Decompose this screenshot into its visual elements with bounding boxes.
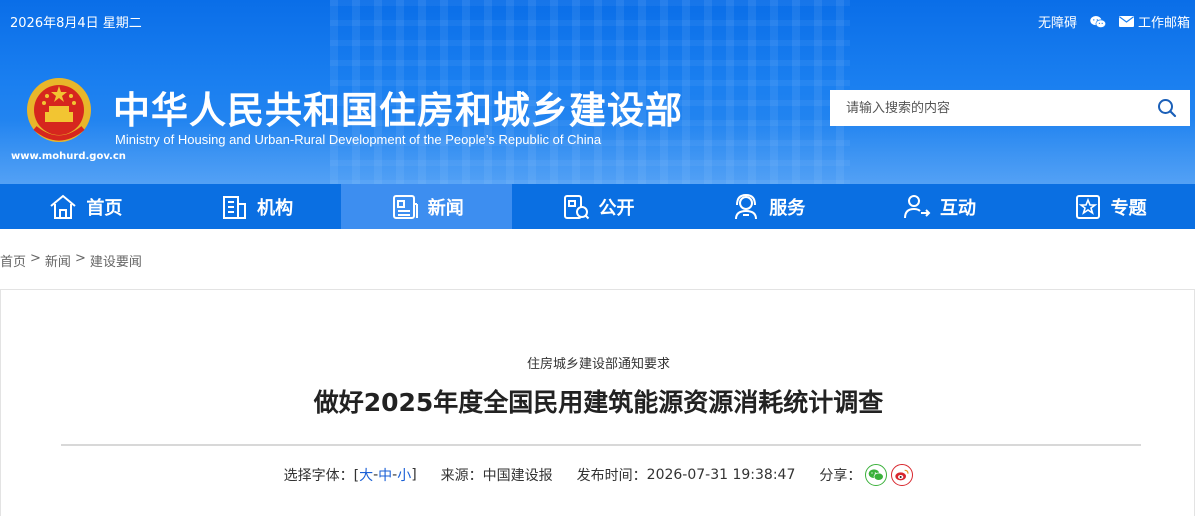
nav-label-organization: 机构 <box>257 197 294 219</box>
share-weibo-button[interactable] <box>891 464 914 486</box>
service-icon <box>735 193 758 219</box>
nav-label-disclosure: 公开 <box>598 197 635 219</box>
nav-item-news[interactable]: 新闻 <box>341 184 513 229</box>
search-icon <box>1158 99 1177 118</box>
font-medium-button[interactable]: 中 <box>378 465 392 485</box>
wechat-icon <box>869 469 885 481</box>
share-label: 分享： <box>819 468 862 484</box>
topic-icon <box>1075 194 1100 219</box>
nav-item-organization[interactable]: 机构 <box>171 184 342 229</box>
national-emblem-logo[interactable] <box>25 76 93 148</box>
nav-label-news: 新闻 <box>427 197 464 219</box>
article-kicker: 住房城乡建设部通知要求 <box>526 357 670 372</box>
nav-label-home: 首页 <box>86 197 123 219</box>
weibo-icon <box>895 469 909 481</box>
article-meta: 选择字体：[ 大 - 中 - 小 ] 来源： 中国建设报 发布时间： 2026-… <box>1 464 1195 486</box>
font-small-button[interactable]: 小 <box>397 465 411 485</box>
nav-label-interaction: 互动 <box>939 197 976 219</box>
top-links: 无障碍 工作邮箱 <box>1038 12 1190 31</box>
work-mail-link[interactable]: 工作邮箱 <box>1118 12 1190 31</box>
search-button[interactable] <box>1144 90 1190 126</box>
font-bracket-close: ] <box>411 467 417 483</box>
breadcrumb-separator: > <box>30 251 41 266</box>
nav-item-service[interactable]: 服务 <box>683 184 854 229</box>
main-nav: 首页 机构 新闻 公开 服务 互动 专题 <box>0 184 1195 229</box>
current-date: 2026年8月4日 星期二 <box>10 16 142 31</box>
search-box <box>830 90 1190 126</box>
breadcrumb-separator: > <box>74 251 86 266</box>
source-label: 来源： <box>440 468 483 484</box>
nav-label-service: 服务 <box>769 197 806 219</box>
site-url: www.mohurd.gov.cn <box>11 151 126 162</box>
publish-label: 发布时间： <box>576 468 647 484</box>
building-icon <box>223 195 247 219</box>
share-group: 分享： <box>819 464 914 486</box>
font-large-button[interactable]: 大 <box>359 465 373 485</box>
nav-label-topic: 专题 <box>1110 197 1147 219</box>
breadcrumb: 首页 > 新闻 > 建设要闻 <box>0 251 142 270</box>
nav-item-interaction[interactable]: 互动 <box>854 184 1025 229</box>
site-subtitle: Ministry of Housing and Urban-Rural Deve… <box>115 132 602 147</box>
work-mail-label: 工作邮箱 <box>1137 16 1190 31</box>
source-value: 中国建设报 <box>482 468 553 484</box>
disclosure-icon <box>563 194 589 219</box>
breadcrumb-current[interactable]: 建设要闻 <box>90 251 142 270</box>
publish-value: 2026-07-31 19:38:47 <box>646 467 796 483</box>
wechat-icon <box>1090 15 1107 28</box>
publish-time: 发布时间： 2026-07-31 19:38:47 <box>577 465 796 485</box>
breadcrumb-news[interactable]: 新闻 <box>45 251 71 270</box>
font-size-selector: 选择字体：[ 大 - 中 - 小 ] <box>284 465 417 485</box>
title-divider <box>61 444 1141 446</box>
article-container: 住房城乡建设部通知要求 做好2025年度全国民用建筑能源资源消耗统计调查 选择字… <box>0 289 1195 516</box>
search-input[interactable] <box>830 90 1144 126</box>
site-header: 2026年8月4日 星期二 无障碍 工作邮箱 www.mohurd.gov.cn… <box>0 0 1195 184</box>
share-wechat-button[interactable] <box>865 464 888 486</box>
interaction-icon <box>903 194 931 218</box>
font-size-label: 选择字体：[ <box>283 468 360 484</box>
home-icon <box>50 194 76 219</box>
article-source: 来源： 中国建设报 <box>441 465 553 485</box>
nav-item-disclosure[interactable]: 公开 <box>512 184 683 229</box>
nav-item-topic[interactable]: 专题 <box>1024 184 1195 229</box>
article-title: 做好2025年度全国民用建筑能源资源消耗统计调查 <box>313 388 884 417</box>
wechat-link[interactable] <box>1089 15 1107 29</box>
site-title[interactable]: 中华人民共和国住房和城乡建设部 <box>113 80 683 134</box>
nav-item-home[interactable]: 首页 <box>0 184 171 229</box>
news-icon <box>392 194 418 219</box>
accessibility-link[interactable]: 无障碍 <box>1038 12 1077 31</box>
breadcrumb-home[interactable]: 首页 <box>0 251 26 270</box>
mail-icon <box>1118 16 1134 27</box>
